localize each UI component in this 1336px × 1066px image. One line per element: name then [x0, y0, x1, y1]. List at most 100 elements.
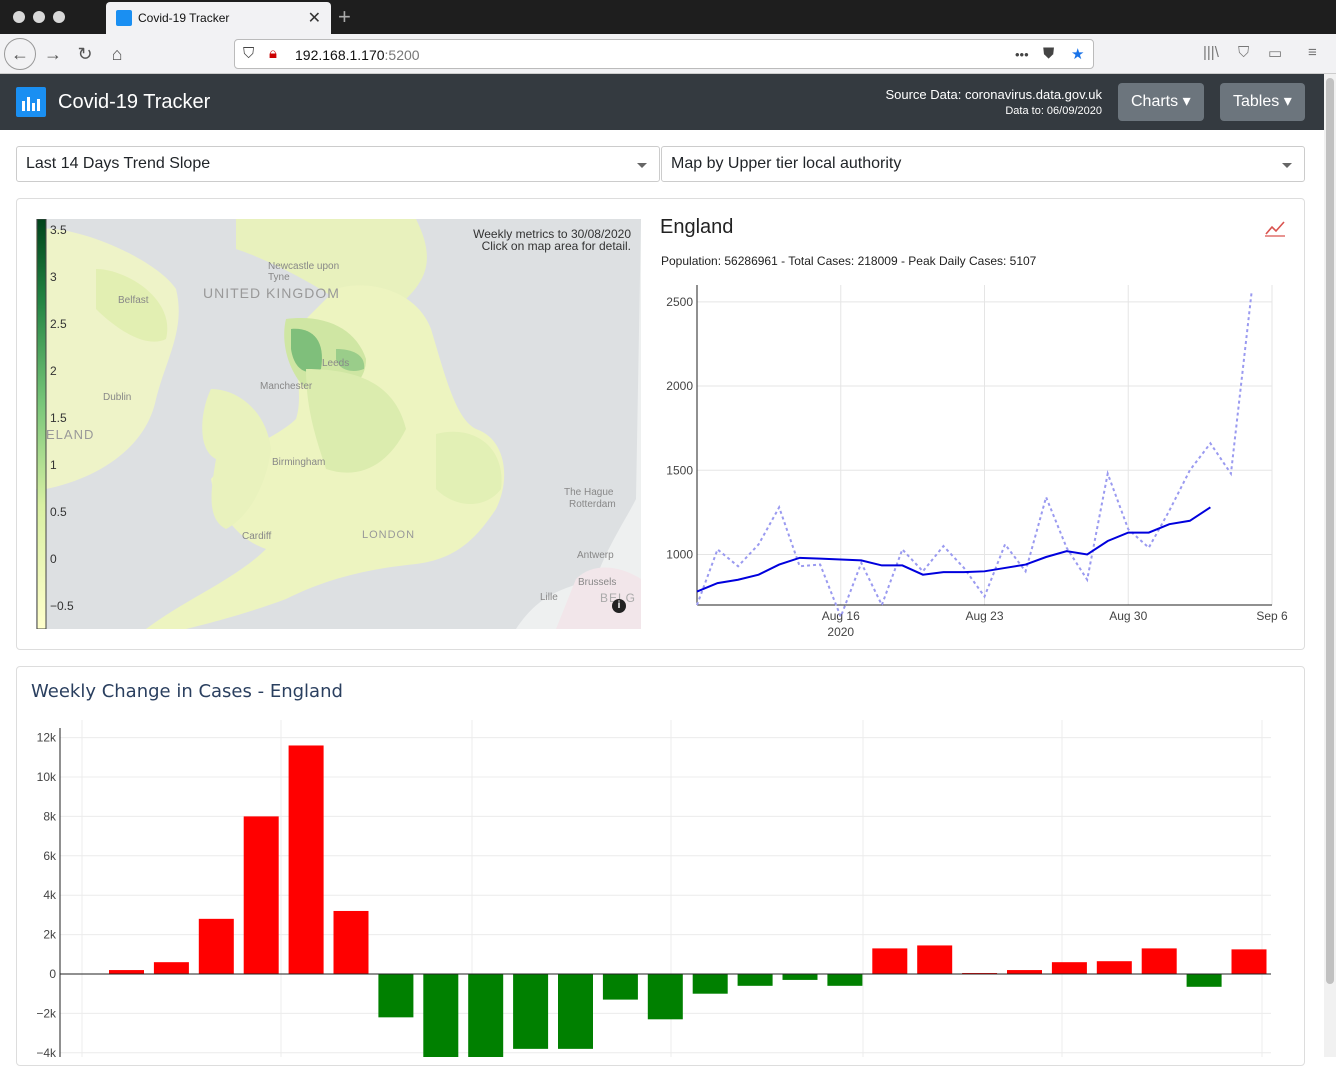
continent-land — [516, 219, 641, 629]
colorbar-tick-label: 3 — [50, 270, 57, 284]
home-icon[interactable]: ⌂ — [102, 40, 132, 68]
tables-dropdown-button[interactable]: Tables ▾ — [1220, 83, 1305, 121]
y-tick-label: −2k — [36, 1006, 57, 1020]
bar — [109, 970, 144, 974]
bar — [692, 974, 728, 994]
map-label-birmingham: Birmingham — [272, 457, 326, 468]
browser-tab[interactable]: Covid-19 Tracker ✕ — [106, 2, 331, 34]
bar — [1051, 962, 1087, 974]
england-stats: Population: 56286961 - Total Cases: 2180… — [661, 254, 1037, 268]
y-tick-label: 4k — [43, 888, 57, 902]
maximize-window-icon[interactable] — [53, 11, 65, 23]
map-label-belfast: Belfast — [118, 295, 149, 306]
bar — [1007, 970, 1042, 974]
weekly-change-bar-chart[interactable]: 12k 10k 8k 6k 4k 2k 0 −2k −4k — [16, 720, 1296, 1057]
england-title: England — [660, 216, 734, 238]
map-label-newcastle: Newcastle upon Tyne — [268, 261, 340, 283]
url-bar[interactable]: ⛉ 🔒︎ 192.168.1.170:5200 ••• ⛊ ★ — [234, 39, 1094, 69]
close-window-icon[interactable] — [13, 11, 25, 23]
bar — [423, 974, 459, 1057]
colorbar-tick-label: −0.5 — [50, 599, 74, 613]
shield-icon[interactable]: ⛉ — [243, 45, 254, 62]
map-label-antwerp: Antwerp — [577, 550, 614, 561]
bookmark-star-icon[interactable]: ★ — [1071, 45, 1084, 63]
chart-link-icon[interactable] — [1264, 218, 1286, 238]
y-tick-label: 10k — [37, 770, 57, 784]
map-label-lille: Lille — [540, 592, 558, 603]
page-actions-icon[interactable]: ••• — [1015, 47, 1029, 62]
bar — [872, 948, 908, 974]
map-label-rotterdam: Rotterdam — [569, 499, 616, 510]
bar — [558, 974, 593, 1049]
app-navbar: Covid-19 Tracker Source Data: coronaviru… — [0, 74, 1324, 130]
charts-dropdown-button[interactable]: Charts ▾ — [1118, 83, 1204, 121]
bar — [782, 974, 818, 980]
y-tick-label: 1000 — [666, 547, 693, 561]
y-tick-label: 12k — [37, 731, 57, 745]
bar — [153, 962, 189, 974]
map-type-select[interactable]: Map by Upper tier local authority — [661, 146, 1305, 182]
extension-shield-icon[interactable]: ⛉ — [1238, 44, 1249, 61]
y-tick-label: 0 — [49, 967, 56, 981]
bar — [917, 945, 953, 974]
map-label-leeds: Leeds — [322, 358, 350, 369]
colorbar-tick-label: 1 — [50, 458, 57, 472]
back-icon[interactable]: ← — [4, 38, 36, 70]
daily-cases-line — [696, 293, 1253, 620]
map-label-london: LONDON — [362, 529, 416, 541]
colorbar-tick-label: 0.5 — [50, 505, 67, 519]
bar — [513, 974, 549, 1049]
forward-icon[interactable]: → — [38, 40, 68, 68]
y-tick-label: 6k — [43, 849, 57, 863]
reload-icon[interactable]: ↻ — [70, 40, 100, 68]
app-logo-icon[interactable] — [16, 87, 46, 117]
map-label-brussels: Brussels — [578, 577, 617, 588]
chevron-down-icon — [637, 163, 647, 168]
weekly-chart-title: Weekly Change in Cases - England — [31, 681, 343, 702]
map-info-icon[interactable]: i — [612, 599, 626, 613]
map-label-ireland: ELAND — [46, 427, 95, 442]
bar — [468, 974, 504, 1057]
tab-title: Covid-19 Tracker — [138, 11, 230, 25]
tab-favicon-icon — [116, 10, 132, 26]
browser-titlebar: Covid-19 Tracker ✕ + — [0, 0, 1336, 34]
minimize-window-icon[interactable] — [33, 11, 45, 23]
x-tick-label: Aug 23 — [965, 609, 1003, 623]
choropleth-map[interactable]: 3.5 3 2.5 2 1.5 1 0.5 0 −0.5 Weekly metrics to 3… — [36, 219, 641, 629]
bar — [1186, 974, 1222, 987]
bar — [243, 816, 279, 974]
bar — [1141, 948, 1177, 974]
colorbar-tick-label: 2 — [50, 364, 57, 378]
y-tick-label: 8k — [43, 809, 57, 823]
bar — [333, 910, 369, 974]
bar — [827, 974, 863, 986]
source-data-text: Source Data: coronavirus.data.gov.uk — [885, 87, 1102, 102]
new-tab-icon[interactable]: + — [338, 4, 351, 30]
colorbar-tick-label: 2.5 — [50, 317, 67, 331]
bar — [288, 745, 324, 974]
pocket-icon[interactable]: ⛊ — [1043, 45, 1054, 62]
y-tick-label: 2k — [43, 928, 57, 942]
app-title[interactable]: Covid-19 Tracker — [58, 91, 210, 114]
colorbar-tick-label: 0 — [50, 552, 57, 566]
url-text[interactable]: 192.168.1.170:5200 — [295, 47, 420, 63]
insecure-lock-icon[interactable]: 🔒︎ — [269, 45, 277, 62]
y-tick-label: 2500 — [666, 295, 693, 309]
x-tick-label: 2020 — [827, 625, 854, 639]
bar — [378, 974, 414, 1018]
sidebar-icon[interactable]: ▭ — [1268, 44, 1282, 62]
map-label-cardiff: Cardiff — [242, 531, 272, 542]
x-tick-label: Aug 30 — [1109, 609, 1147, 623]
tab-close-icon[interactable]: ✕ — [308, 8, 321, 28]
rolling-average-line — [696, 506, 1211, 593]
metric-select[interactable]: Last 14 Days Trend Slope — [16, 146, 660, 182]
map-type-select-value: Map by Upper tier local authority — [671, 155, 902, 172]
map-note-line2: Click on map area for detail. — [481, 239, 631, 253]
menu-icon[interactable]: ≡ — [1308, 44, 1317, 61]
map-label-the-hague: The Hague — [564, 487, 614, 498]
page-scrollbar[interactable] — [1324, 74, 1336, 1057]
scrollbar-thumb[interactable] — [1326, 78, 1334, 984]
data-to-text: Data to: 06/09/2020 — [1005, 105, 1102, 117]
daily-cases-line-chart[interactable]: 1000150020002500Aug 162020Aug 23 Aug 30 Se… — [650, 280, 1300, 645]
library-icon[interactable]: |||\ — [1203, 44, 1219, 61]
